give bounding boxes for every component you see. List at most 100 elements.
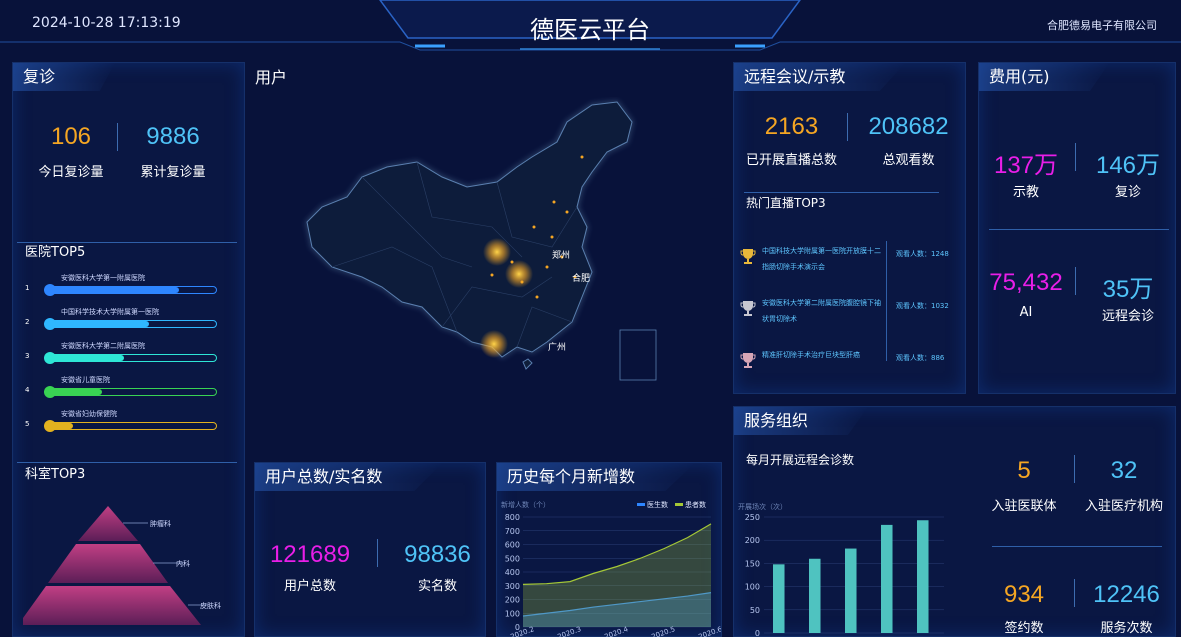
revisit-panel: 复诊 106 9886 今日复诊量 累计复诊量 医院TOP5 安徽医科大学第一附…	[12, 62, 245, 637]
total-revisit-label: 累计复诊量	[140, 165, 206, 180]
dept-label-2: 内科	[176, 560, 190, 568]
dept-top3-title: 科室TOP3	[25, 467, 86, 482]
y-axis-label: 新增人数（个）	[501, 500, 550, 509]
hotspot-hefei	[505, 260, 533, 288]
user-total-title: 用户总数/实名数	[255, 463, 443, 491]
hospital-rank: 5	[25, 420, 30, 428]
hospital-bar	[44, 352, 217, 364]
today-revisit-label: 今日复诊量	[38, 165, 104, 180]
divider	[886, 241, 887, 361]
hospital-row[interactable]: 安徽省妇幼保健院 5	[13, 407, 243, 437]
remote-title: 远程会议/示教	[734, 63, 906, 91]
header: 2024-10-28 17:13:19 德医云平台 合肥德易电子有限公司	[0, 0, 1181, 52]
south-china-sea-inset	[619, 329, 657, 381]
bar	[881, 524, 893, 633]
hot-live-viewers: 观看人数：1248	[896, 250, 949, 258]
hospital-bar	[44, 386, 217, 398]
legend-label: 医生数	[647, 500, 668, 509]
hot-live-title: 精准肝切除手术治疗巨块型肝癌	[762, 351, 860, 359]
bar	[773, 564, 785, 633]
divider	[1074, 579, 1075, 607]
hospital-bar-knob	[44, 386, 56, 398]
hospital-bar-fill	[48, 287, 180, 293]
hot-live-item[interactable]: 安徽医科大学第二附属医院腹腔镜下袖状胃切除术 观看人数：1032	[734, 293, 964, 333]
hot-live-item[interactable]: 精准肝切除手术治疗巨块型肝癌 观看人数：886	[734, 345, 964, 385]
section-line	[17, 451, 237, 463]
real-name-label: 实名数	[417, 579, 457, 594]
live-total-value: 2163	[764, 113, 819, 140]
hospital-bar-fill	[48, 355, 124, 361]
service-count-label: 服务次数	[1100, 621, 1153, 636]
fees-panel: 费用(元) 137万 146万 示教 复诊 75,432 35万 AI 远程会诊	[978, 62, 1176, 394]
fee-remote-value: 35万	[1102, 276, 1154, 303]
y-tick-label: 250	[745, 513, 760, 522]
divider	[1075, 143, 1076, 171]
trophy-icon	[740, 249, 756, 264]
hospital-name: 安徽省妇幼保健院	[61, 410, 117, 418]
remote-panel: 远程会议/示教 2163 208682 已开展直播总数 总观看数 热门直播TOP…	[733, 62, 966, 394]
page-title: 德医云平台	[530, 16, 650, 44]
fee-revisit-label: 复诊	[1114, 185, 1141, 200]
y-tick-label: 700	[505, 527, 520, 536]
hospital-rank: 2	[25, 318, 30, 326]
user-total-value: 121689	[269, 541, 351, 568]
hot-live-title: 安徽医科大学第二附属医院腹腔镜下袖状胃切除术	[762, 299, 881, 323]
history-panel: 历史每个月新增数 新增人数（个） 800 700 600 500 400 300 200 100…	[496, 462, 722, 637]
hot-live-item[interactable]: 中国科技大学附属第一医院开放膜十二指肠切除手术演示会 观看人数：1248	[734, 241, 964, 281]
today-revisit-value: 106	[50, 123, 92, 150]
signed-label: 签约数	[1004, 621, 1044, 636]
fee-revisit-value: 146万	[1095, 152, 1161, 179]
section-line	[989, 218, 1169, 230]
hospital-name: 安徽医科大学第二附属医院	[61, 342, 145, 350]
hospital-bar-fill	[48, 389, 102, 395]
hospital-name: 安徽省儿童医院	[61, 376, 110, 384]
divider	[847, 113, 848, 141]
user-total-panel: 用户总数/实名数 121689 98836 用户总数 实名数	[254, 462, 486, 637]
fee-teaching-value: 137万	[993, 152, 1059, 179]
hospital-bar-fill	[48, 321, 149, 327]
trophy-icon	[740, 301, 756, 316]
hotspot-guangzhou	[480, 330, 508, 358]
y-tick-label: 200	[505, 596, 520, 605]
institution-label: 入驻医疗机构	[1084, 499, 1163, 514]
section-line	[744, 181, 939, 193]
service-title: 服务组织	[734, 407, 869, 435]
dept-label-3: 皮肤科	[200, 602, 221, 610]
dept-pyramid	[23, 506, 208, 625]
datetime: 2024-10-28 17:13:19	[32, 15, 181, 31]
legend-swatch	[675, 503, 683, 506]
institution-value: 32	[1110, 457, 1138, 484]
user-total-label: 用户总数	[283, 579, 336, 594]
y-tick-label: 400	[505, 568, 520, 577]
views-total-label: 总观看数	[882, 153, 935, 168]
pyramid-tier-1	[78, 506, 138, 541]
y-tick-label: 100	[505, 609, 520, 618]
china-outline	[306, 101, 633, 358]
y-tick-label: 0	[755, 629, 760, 637]
hotspot-zhengzhou	[483, 238, 511, 266]
users-map-area: 用户 郑州 合肥 广州	[252, 62, 722, 457]
hot-live-viewers: 观看人数：1032	[896, 302, 949, 310]
signed-value: 934	[1003, 581, 1045, 608]
hospital-row[interactable]: 中国科学技术大学附属第一医院 2	[13, 305, 243, 335]
company-name: 合肥德易电子有限公司	[1047, 19, 1157, 32]
alliance-label: 入驻医联体	[991, 499, 1057, 514]
hospital-row[interactable]: 安徽医科大学第二附属医院 3	[13, 339, 243, 369]
y-axis-label: 开展场次（次）	[738, 502, 787, 511]
y-tick-label: 200	[745, 536, 760, 545]
city-label-zhengzhou: 郑州	[552, 251, 571, 261]
bar	[917, 520, 929, 633]
users-title: 用户	[255, 68, 288, 87]
legend-label: 患者数	[685, 500, 706, 509]
hospital-row[interactable]: 安徽医科大学第一附属医院 1	[13, 271, 243, 301]
y-tick-label: 150	[745, 559, 760, 568]
hospital-bar	[44, 318, 217, 330]
hot-live-viewers: 观看人数：886	[896, 354, 945, 362]
hospital-bar-knob	[44, 352, 56, 364]
alliance-value: 5	[1017, 457, 1031, 484]
y-tick-label: 600	[505, 541, 520, 550]
total-revisit-value: 9886	[146, 123, 200, 150]
hospital-row[interactable]: 安徽省儿童医院 4	[13, 373, 243, 403]
hot-live-title: 中国科技大学附属第一医院开放膜十二指肠切除手术演示会	[762, 247, 881, 271]
china-map[interactable]	[292, 97, 672, 397]
